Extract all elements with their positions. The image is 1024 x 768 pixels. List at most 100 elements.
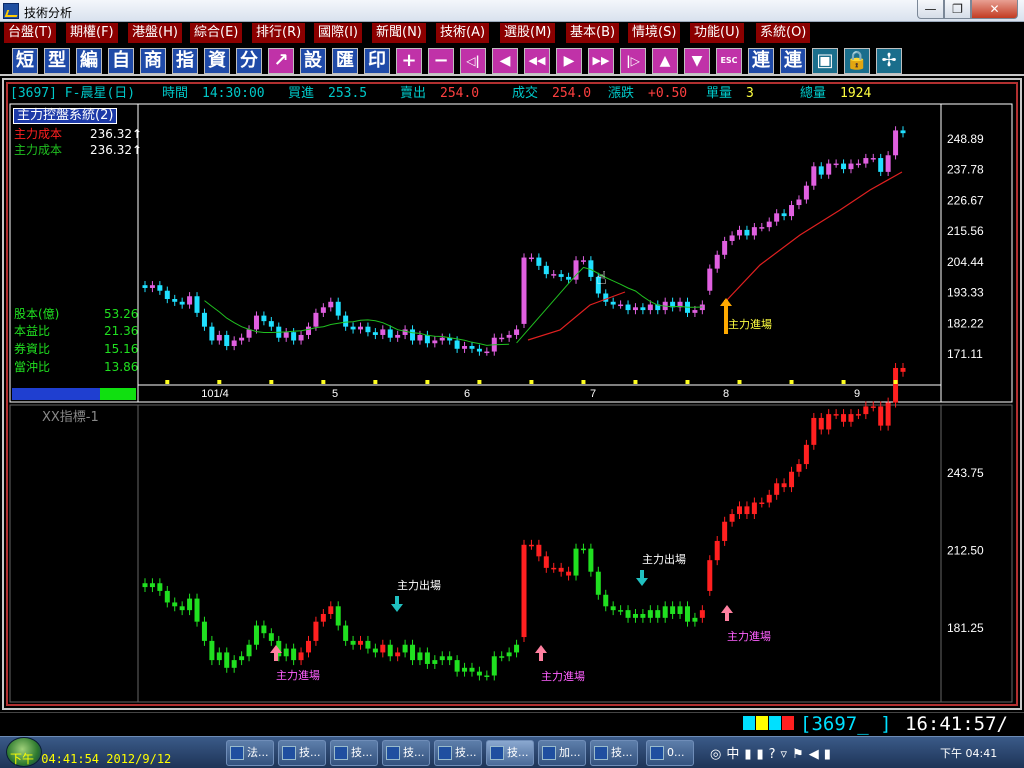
indicator-candle [759,502,765,505]
indicator-candle [692,617,698,622]
price-candle [395,334,401,338]
task-button[interactable]: 技... [590,740,638,766]
indicator-candle [610,606,616,611]
indicator-candle [603,594,609,607]
price-candle [372,332,378,335]
task-button[interactable]: 技... [330,740,378,766]
indicator-candle [662,606,668,618]
chart-area[interactable]: 248.89 237.78 226.67 215.56 204.44 193.33 182.… [0,0,1024,712]
exit-arrow-icon [391,596,403,612]
price-tick-label: 171.11 [947,347,983,361]
price-candle [855,163,861,166]
indicator-candle [432,660,438,664]
price-candle [469,346,475,349]
price-candle [751,227,757,236]
indicator-candle [543,556,549,568]
indicator-candle [253,625,259,645]
tray-clock: 下午 04:41 [940,747,998,760]
volume-marker [269,380,274,384]
price-candle [870,158,876,160]
indicator-candle [863,406,869,415]
indicator-candle [870,406,876,408]
price-candle [484,351,490,354]
price-candle [417,334,423,341]
exit-arrow-icon [636,570,648,586]
indicator-candle [566,571,572,576]
price-candle [320,307,326,313]
price-candle [462,346,468,349]
price-candle [365,326,371,333]
task-button[interactable]: 技... [434,740,482,766]
task-button[interactable]: 法... [226,740,274,766]
indicator-candle [714,540,720,561]
price-candle [833,163,839,166]
volume-marker [737,380,742,384]
price-candle [499,337,505,340]
price-candle [358,326,364,330]
indicator-candle [142,583,148,588]
volume-marker [841,380,846,384]
task-button[interactable]: 技... [278,740,326,766]
price-candle [187,296,193,305]
indicator-candle [462,667,468,672]
indicator-candle [796,464,802,472]
indicator-candle [343,625,349,641]
price-candle [283,332,289,338]
indicator-candle [410,644,416,661]
fund-value: 15.16 [104,342,139,356]
indicator-candle [372,648,378,653]
price-candle [328,301,334,308]
price-candle [759,227,765,229]
indicator-candle [766,494,772,503]
price-candle [610,301,616,305]
task-button[interactable]: 技... [382,740,430,766]
cost2-label: 主力成本 [14,143,63,157]
task-button[interactable]: 技... [486,740,534,766]
indicator-candle [781,483,787,488]
indicator-candle [506,652,512,657]
indicator-candle [855,414,861,416]
price-candle [774,213,780,222]
indicator-candle [417,652,423,661]
price-candle [848,163,854,170]
price-candle [179,301,185,305]
indicator-candle [387,644,393,657]
indicator-candle [618,610,624,612]
task-button[interactable]: 0... [646,740,694,766]
price-candle [558,274,564,277]
system-badge[interactable]: 主力控盤系統(2) [13,108,118,124]
price-candle [766,221,772,228]
indicator-candle [380,644,386,653]
date-tick-label: 5 [332,388,338,400]
price-candle [261,315,267,322]
task-label: 技... [611,746,633,759]
task-label: 技... [299,746,321,759]
indicator-candle [893,367,899,403]
date-tick-label: 6 [464,388,470,400]
task-label: 技... [403,746,425,759]
cost-line [725,171,903,302]
indicator-candle [885,402,891,426]
fund-label: 券資比 [14,342,51,356]
indicator-candle [454,660,460,672]
entry-arrow-icon [535,645,547,661]
status-code[interactable]: [3697_ ] [800,712,892,736]
indicator-candle [684,606,690,622]
indicator-candle [365,640,371,649]
price-panel-frame [9,103,1013,403]
exit-label: 主力出場 [642,552,686,566]
task-label: 法... [247,746,269,759]
ma-line [204,300,510,346]
indicator-candle [811,417,817,445]
indicator-candle [848,414,854,422]
price-candle [424,334,430,344]
indicator-candle [194,598,200,622]
date-tick-label: 101/4 [201,388,229,400]
indicator-candle [261,625,267,634]
fund-value: 53.26 [104,307,139,321]
task-label: 技... [507,746,529,759]
indicator-candle [424,652,430,664]
price-candle [781,213,787,217]
task-button[interactable]: 加... [538,740,586,766]
tray-icons[interactable]: ◎中▮▮?▿⚑◀▮ [710,743,836,762]
